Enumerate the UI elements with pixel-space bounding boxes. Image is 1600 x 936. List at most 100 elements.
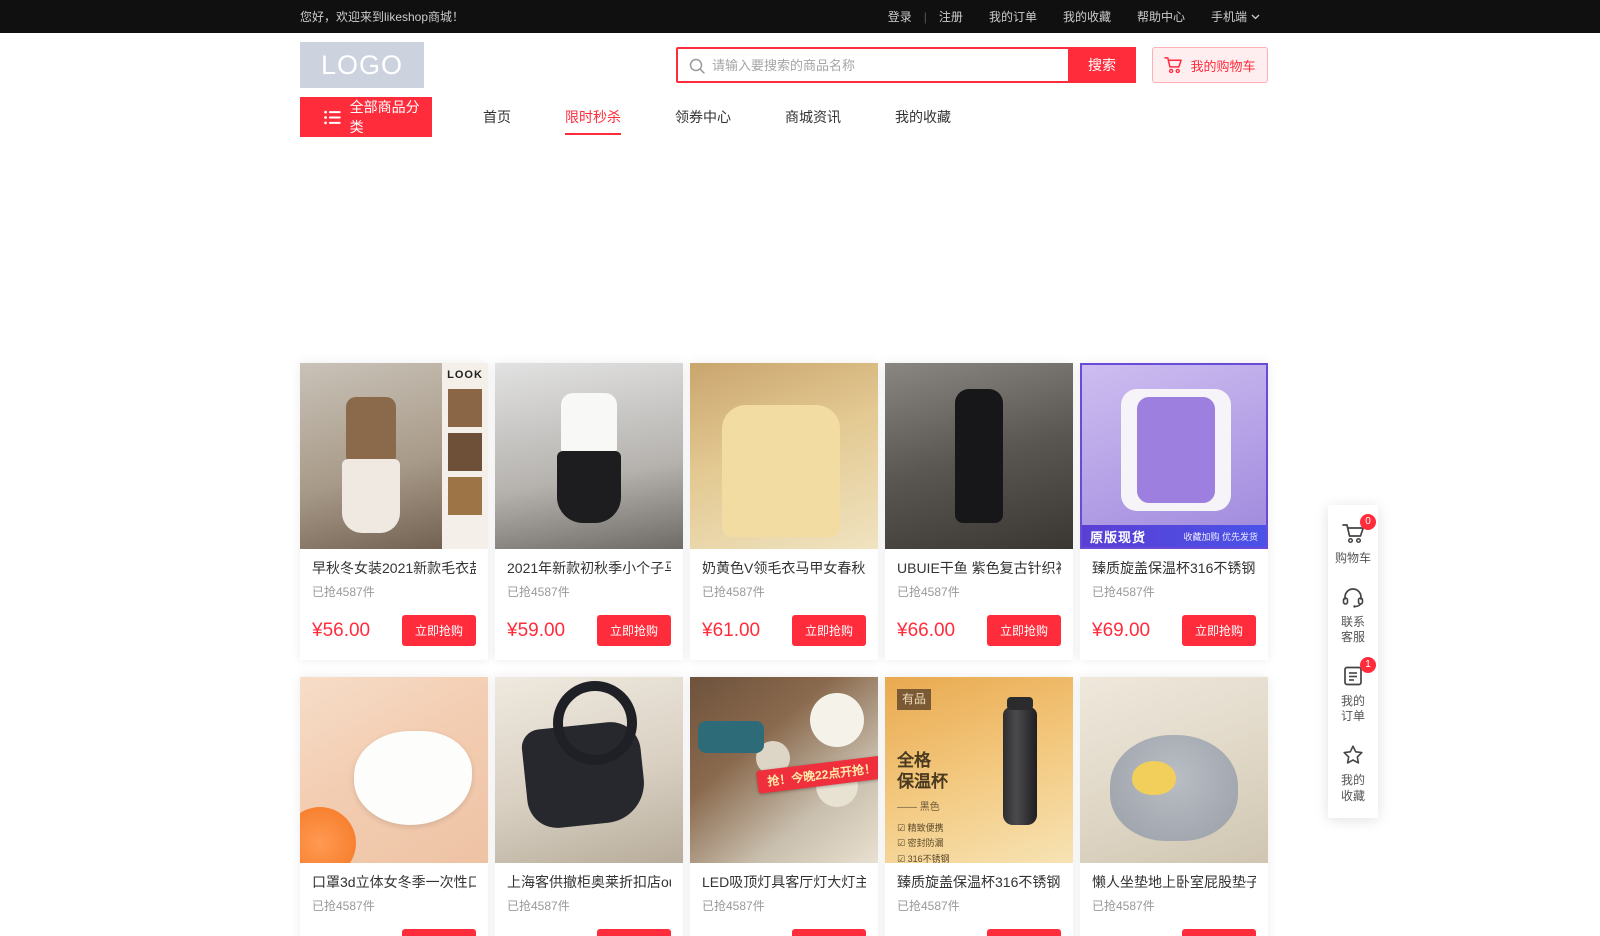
welcome-text: 您好，欢迎来到likeshop商城！ xyxy=(300,8,464,25)
nav-item-link[interactable]: 领券中心 xyxy=(648,97,758,137)
main-nav: 全部商品分类 首页限时秒杀领券中心商城资讯我的收藏 xyxy=(300,97,1300,137)
side-strip-thumbnails xyxy=(448,389,482,427)
site-logo[interactable]: LOGO xyxy=(300,42,424,88)
product-image: 抢！今晚22点开抢！ xyxy=(690,677,878,863)
buy-now-button[interactable]: 立即抢购 xyxy=(792,615,866,646)
flash-sale-ribbon: 抢！今晚22点开抢！ xyxy=(756,755,878,794)
float-orders[interactable]: 1我的 订单 xyxy=(1341,664,1365,725)
float-favorites[interactable]: 我的 收藏 xyxy=(1341,743,1365,804)
product-image: LOOK xyxy=(300,363,488,549)
nav-items: 首页限时秒杀领券中心商城资讯我的收藏 xyxy=(456,97,978,137)
image-promo-text: 有品全格 保温杯 —— 黑色精致便携密封防漏316不锈钢 xyxy=(897,689,950,863)
product-card[interactable]: 懒人坐垫地上卧室屁股垫子办... 已抢4587件 ¥19.90 立即抢购 xyxy=(1080,677,1268,936)
nav-item-link[interactable]: 商城资讯 xyxy=(758,97,868,137)
my-cart-label: 我的购物车 xyxy=(1190,56,1255,75)
product-title: 上海客供撤柜奥莱折扣店outlets xyxy=(507,873,671,891)
promo-brand-badge: 有品 xyxy=(897,689,931,709)
product-image: 有品全格 保温杯 —— 黑色精致便携密封防漏316不锈钢 xyxy=(885,677,1073,863)
promo-color-label: —— 黑色 xyxy=(897,798,950,813)
product-card[interactable]: 奶黄色V领毛衣马甲女春秋慵懒... 已抢4587件 ¥61.00 立即抢购 xyxy=(690,363,878,660)
product-image: 原版现货收藏加购 优先发货 xyxy=(1080,363,1268,549)
headset-icon xyxy=(1341,585,1365,609)
product-card[interactable]: 抢！今晚22点开抢！ LED吸顶灯具客厅灯大灯主卧... 已抢4587件 ¥65… xyxy=(690,677,878,936)
count-badge: 0 xyxy=(1360,514,1376,530)
cart-icon xyxy=(1164,56,1183,74)
main-content: LOOK 早秋冬女装2021新款毛衣盐系... 已抢4587件 ¥56.00 立… xyxy=(300,137,1300,936)
image-side-strip: LOOK xyxy=(442,363,488,549)
buy-now-button[interactable]: 立即抢购 xyxy=(402,615,476,646)
product-price: ¥66.00 xyxy=(897,620,955,642)
buy-now-button[interactable]: 立即抢购 xyxy=(597,929,671,936)
product-sold-count: 已抢4587件 xyxy=(507,583,671,600)
promo-feature: 316不锈钢 xyxy=(897,852,950,864)
buy-now-button[interactable]: 立即抢购 xyxy=(402,929,476,936)
product-sold-count: 已抢4587件 xyxy=(1092,897,1256,914)
topbar-link[interactable]: 我的收藏 xyxy=(1063,8,1111,25)
buy-now-button[interactable]: 立即抢购 xyxy=(1182,615,1256,646)
product-card[interactable]: UBUIE干鱼 紫色复古针织衫马... 已抢4587件 ¥66.00 立即抢购 xyxy=(885,363,1073,660)
nav-item-active[interactable]: 限时秒杀 xyxy=(538,97,648,137)
promo-features: 精致便携密封防漏316不锈钢 xyxy=(897,821,950,863)
nav-item-link[interactable]: 首页 xyxy=(456,97,538,137)
sidebar-item-label: 我的 收藏 xyxy=(1341,773,1365,804)
product-sold-count: 已抢4587件 xyxy=(1092,583,1256,600)
topbar-link-mobile[interactable]: 手机端 xyxy=(1211,8,1260,25)
page: 您好，欢迎来到likeshop商城！ 登录|注册我的订单我的收藏帮助中心手机端 … xyxy=(0,0,1600,936)
product-title: 臻质旋盖保温杯316不锈钢内胆... xyxy=(897,873,1061,891)
banner-sub-text: 收藏加购 优先发货 xyxy=(1183,530,1258,543)
product-image xyxy=(495,677,683,863)
product-card[interactable]: 口罩3d立体女冬季一次性口罩 已抢4587件 ¥10.00 立即抢购 xyxy=(300,677,488,936)
all-categories-button[interactable]: 全部商品分类 xyxy=(300,97,432,137)
buy-now-button[interactable]: 立即抢购 xyxy=(987,929,1061,936)
product-title: 早秋冬女装2021新款毛衣盐系... xyxy=(312,559,476,577)
product-title: 臻质旋盖保温杯316不锈钢内胆... xyxy=(1092,559,1256,577)
product-card[interactable]: 原版现货收藏加购 优先发货 臻质旋盖保温杯316不锈钢内胆... 已抢4587件… xyxy=(1080,363,1268,660)
product-sold-count: 已抢4587件 xyxy=(507,897,671,914)
product-card[interactable]: 2021年新款初秋季小个子马甲... 已抢4587件 ¥59.00 立即抢购 xyxy=(495,363,683,660)
buy-now-button[interactable]: 立即抢购 xyxy=(987,615,1061,646)
topbar-link[interactable]: 帮助中心 xyxy=(1137,8,1185,25)
category-list-icon xyxy=(324,110,341,125)
topbar-separator: | xyxy=(924,10,927,24)
product-price: ¥69.00 xyxy=(1092,620,1150,642)
product-sold-count: 已抢4587件 xyxy=(702,583,866,600)
promo-title: 全格 保温杯 xyxy=(897,750,950,793)
all-categories-label: 全部商品分类 xyxy=(350,97,432,137)
product-image xyxy=(1080,677,1268,863)
product-sold-count: 已抢4587件 xyxy=(897,583,1061,600)
search-button[interactable]: 搜索 xyxy=(1068,47,1136,83)
product-title: UBUIE干鱼 紫色复古针织衫马... xyxy=(897,559,1061,577)
product-card[interactable]: LOOK 早秋冬女装2021新款毛衣盐系... 已抢4587件 ¥56.00 立… xyxy=(300,363,488,660)
topbar-link[interactable]: 注册 xyxy=(939,8,963,25)
product-price: ¥56.00 xyxy=(312,620,370,642)
product-title: LED吸顶灯具客厅灯大灯主卧... xyxy=(702,873,866,891)
buy-now-button[interactable]: 立即抢购 xyxy=(597,615,671,646)
order-icon: 1 xyxy=(1341,664,1365,688)
float-service[interactable]: 联系 客服 xyxy=(1341,585,1365,646)
promo-feature: 精致便携 xyxy=(897,821,950,836)
product-image xyxy=(300,677,488,863)
product-title: 奶黄色V领毛衣马甲女春秋慵懒... xyxy=(702,559,866,577)
product-image xyxy=(690,363,878,549)
topbar-link[interactable]: 登录 xyxy=(888,8,912,25)
buy-now-button[interactable]: 立即抢购 xyxy=(1182,929,1256,936)
star-icon xyxy=(1341,743,1365,767)
my-cart-button[interactable]: 我的购物车 xyxy=(1152,47,1268,83)
search-icon xyxy=(688,57,706,75)
search-input[interactable] xyxy=(678,49,1068,81)
topbar-link[interactable]: 我的订单 xyxy=(989,8,1037,25)
search-box: 搜索 xyxy=(676,47,1136,83)
product-grid: LOOK 早秋冬女装2021新款毛衣盐系... 已抢4587件 ¥56.00 立… xyxy=(300,363,1268,936)
topbar: 您好，欢迎来到likeshop商城！ 登录 | 注册 我的订单 我的收藏 帮助中心 手机端 xyxy=(0,0,1600,33)
nav-item-link[interactable]: 我的收藏 xyxy=(868,97,978,137)
product-title: 2021年新款初秋季小个子马甲... xyxy=(507,559,671,577)
product-sold-count: 已抢4587件 xyxy=(702,897,866,914)
product-price: ¥61.00 xyxy=(702,620,760,642)
float-cart[interactable]: 0购物车 xyxy=(1335,521,1371,567)
product-card[interactable]: 有品全格 保温杯 —— 黑色精致便携密封防漏316不锈钢 臻质旋盖保温杯316不锈… xyxy=(885,677,1073,936)
buy-now-button[interactable]: 立即抢购 xyxy=(792,929,866,936)
chevron-down-icon xyxy=(1251,14,1260,20)
product-card[interactable]: 上海客供撤柜奥莱折扣店outlets 已抢4587件 ¥46.00 立即抢购 xyxy=(495,677,683,936)
product-sold-count: 已抢4587件 xyxy=(312,583,476,600)
count-badge: 1 xyxy=(1360,657,1376,673)
